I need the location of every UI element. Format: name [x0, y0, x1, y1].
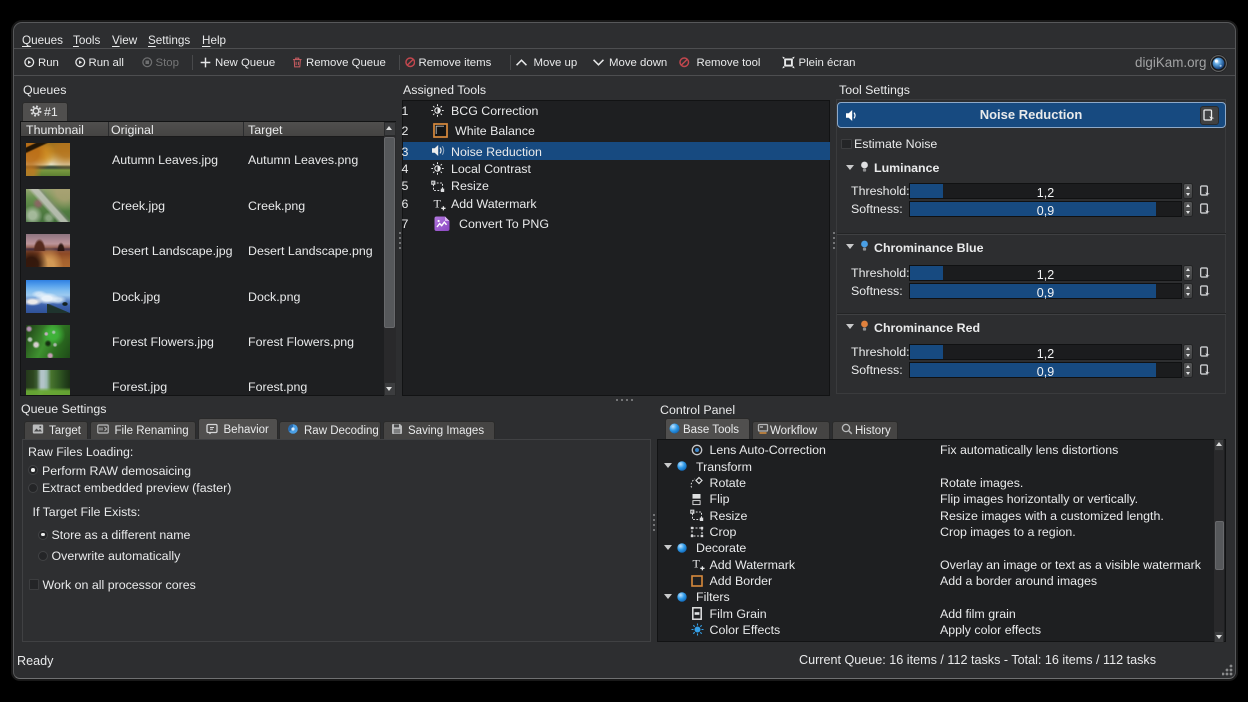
svg-text:T: T [693, 557, 701, 571]
svg-text:T: T [434, 197, 442, 211]
